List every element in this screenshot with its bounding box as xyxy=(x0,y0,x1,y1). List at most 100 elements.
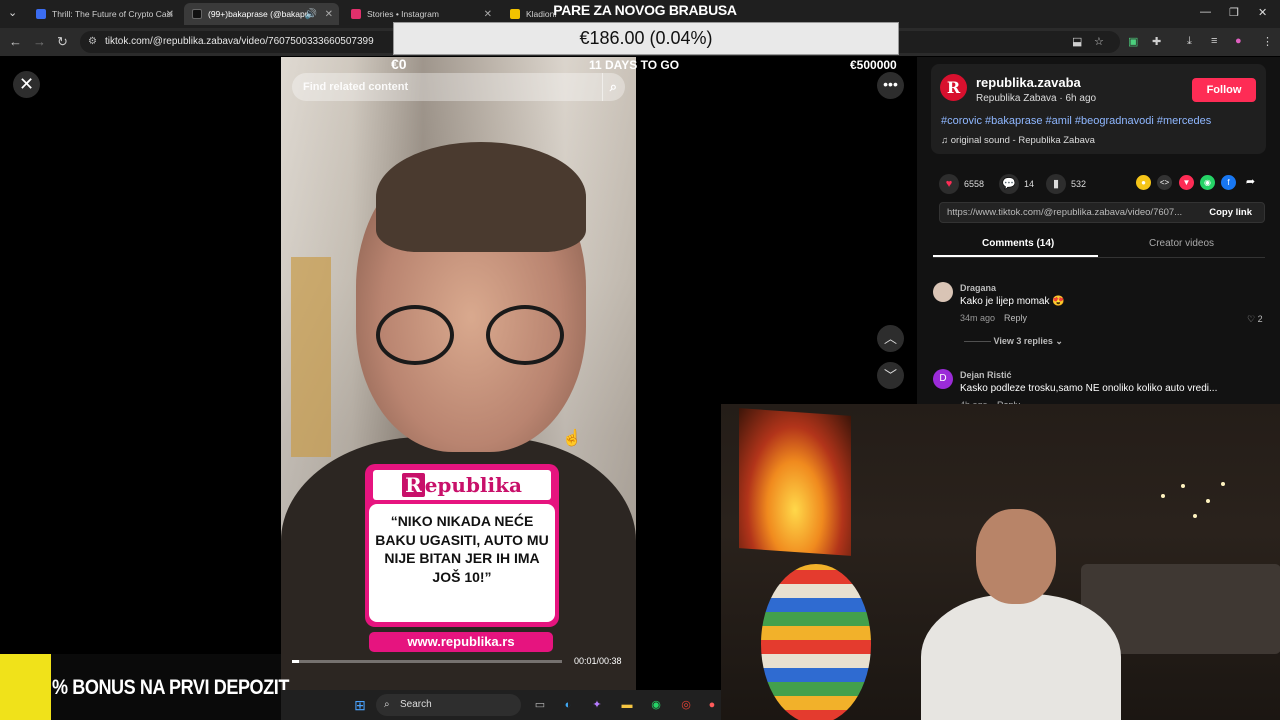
close-tab-icon[interactable]: ✕ xyxy=(325,9,333,20)
save-count: 532 xyxy=(1071,179,1087,189)
site-info-icon[interactable]: ⚙ xyxy=(88,31,97,53)
username[interactable]: republika.zavaba xyxy=(976,75,1081,90)
embed-icon[interactable]: <> xyxy=(1157,175,1172,190)
reply-button[interactable]: Reply xyxy=(1004,313,1027,323)
facebook-icon[interactable]: f xyxy=(1221,175,1236,190)
search-placeholder: Find related content xyxy=(303,81,409,93)
speaker-icon[interactable]: 🔊 xyxy=(305,9,317,20)
comment-author[interactable]: Dragana xyxy=(960,283,996,293)
instagram-icon xyxy=(351,9,361,19)
bookmark-icon[interactable]: ▮ xyxy=(1046,174,1066,194)
like-stat[interactable]: ♥ 6558 xyxy=(939,174,984,194)
webcam-feed xyxy=(721,404,1280,720)
file-explorer-icon[interactable]: ▬ xyxy=(618,696,636,714)
copilot-icon[interactable]: ✦ xyxy=(588,696,606,714)
overlay-url: www.republika.rs xyxy=(369,632,553,652)
republika-logo: Republika xyxy=(373,470,551,500)
bonus-banner: % BONUS NA PRVI DEPOZIT xyxy=(0,654,289,720)
goal-amount: €186.00 (0.04%) xyxy=(393,22,899,55)
taskbar-search[interactable]: ⌕ Search xyxy=(376,694,521,716)
view-replies-button[interactable]: ——— View 3 replies ⌄ xyxy=(964,336,1063,347)
extension-icon[interactable]: ▣ xyxy=(1128,35,1138,48)
reload-icon[interactable]: ↻ xyxy=(57,34,68,50)
video-link-field[interactable]: https://www.tiktok.com/@republika.zabava… xyxy=(939,202,1265,223)
video-progress-bar[interactable] xyxy=(292,660,562,663)
comment-time: 34m ago xyxy=(960,313,996,323)
follow-button[interactable]: Follow xyxy=(1192,78,1256,102)
whatsapp-icon[interactable]: ◉ xyxy=(647,696,665,714)
tab-comments[interactable]: Comments (14) xyxy=(982,238,1054,249)
video-time: 00:01/00:38 xyxy=(574,656,622,666)
more-options-button[interactable]: ••• xyxy=(877,72,904,99)
back-icon[interactable]: ← xyxy=(9,34,22,49)
app-icon[interactable]: ● xyxy=(703,696,721,714)
user-subline: Republika Zabava · 6h ago xyxy=(976,93,1097,104)
sound-title: original sound - Republika Zabava xyxy=(950,135,1095,146)
maximize-icon[interactable]: ❐ xyxy=(1229,6,1239,19)
related-search-input[interactable]: Find related content ⌕ xyxy=(292,73,625,101)
comment-count: 14 xyxy=(1024,179,1035,189)
sound-row[interactable]: ♫ original sound - Republika Zabava xyxy=(941,135,1095,146)
close-video-button[interactable]: ✕ xyxy=(13,71,40,98)
heart-outline-icon[interactable]: ♡ xyxy=(1247,314,1255,324)
video-glasses xyxy=(376,305,576,365)
thrill-icon xyxy=(36,9,46,19)
goal-target: €500000 xyxy=(850,58,897,72)
menu-dots-icon[interactable]: ⋮ xyxy=(1262,35,1273,48)
comment-text: Kako je lijep momak 😍 xyxy=(960,296,1065,307)
extensions-puzzle-icon[interactable]: ✚ xyxy=(1152,35,1161,48)
download-icon[interactable]: ⤓ xyxy=(1187,35,1192,48)
whatsapp-icon[interactable]: ◉ xyxy=(1200,175,1215,190)
avatar[interactable]: R xyxy=(940,74,967,101)
repost-icon[interactable]: ▼ xyxy=(1179,175,1194,190)
search-icon: ⌕ xyxy=(384,699,390,710)
share-arrow-icon[interactable]: ➦ xyxy=(1243,175,1258,190)
webcam-striped-ball xyxy=(761,564,871,720)
edge-icon[interactable]: ◐ xyxy=(559,696,577,714)
install-app-icon[interactable]: ⬓ xyxy=(1072,35,1082,48)
webcam-city-lights xyxy=(1151,474,1231,534)
save-stat[interactable]: ▮ 532 xyxy=(1046,174,1086,194)
tab-creator-videos[interactable]: Creator videos xyxy=(1149,238,1214,249)
copy-link-button[interactable]: Copy link xyxy=(1209,203,1252,222)
goal-start: €0 xyxy=(391,56,407,72)
avatar[interactable] xyxy=(933,282,953,302)
close-tab-icon[interactable]: ✕ xyxy=(484,9,492,20)
next-video-button[interactable]: ﹀ xyxy=(877,362,904,389)
video-hair xyxy=(376,142,586,252)
minimize-icon[interactable]: — xyxy=(1200,6,1211,18)
tab-title: Thrill: The Future of Crypto Casi xyxy=(52,9,173,19)
comment-like-count: 2 xyxy=(1257,314,1263,324)
tiktok-icon xyxy=(192,9,202,19)
close-window-icon[interactable]: ✕ xyxy=(1258,6,1267,19)
comment-author[interactable]: Dejan Ristić xyxy=(960,370,1012,380)
reply-line: ——— xyxy=(964,336,994,346)
windows-start-icon[interactable]: ⊞ xyxy=(351,696,369,714)
comment-icon[interactable]: 💬 xyxy=(999,174,1019,194)
forward-icon[interactable]: → xyxy=(33,34,46,49)
profile-avatar[interactable]: ● xyxy=(1235,35,1242,47)
comment-stat[interactable]: 💬 14 xyxy=(999,174,1034,194)
search-icon[interactable]: ⌕ xyxy=(601,73,617,101)
chrome-icon[interactable]: ◎ xyxy=(677,696,695,714)
coin-share-icon[interactable]: ● xyxy=(1136,175,1151,190)
tab-search-chevron-icon[interactable]: ⌄ xyxy=(8,6,17,19)
post-info-card: R republika.zavaba Republika Zabava · 6h… xyxy=(931,64,1266,154)
avatar[interactable]: D xyxy=(933,369,953,389)
hashtags[interactable]: #corovic #bakaprase #amil #beogradnavodi… xyxy=(941,115,1211,127)
webcam-head xyxy=(976,509,1056,604)
tab-tiktok[interactable]: (99+)bakaprase (@bakapra 🔊 ✕ xyxy=(184,3,339,25)
media-control-icon[interactable]: ≡ xyxy=(1211,35,1217,47)
goal-title: PARE ZA NOVOG BRABUSA xyxy=(553,2,737,18)
tab-divider xyxy=(933,257,1265,258)
bookmark-star-icon[interactable]: ☆ xyxy=(1094,35,1104,48)
previous-video-button[interactable]: ︿ xyxy=(877,325,904,352)
close-tab-icon[interactable]: ✕ xyxy=(166,9,174,20)
heart-icon[interactable]: ♥ xyxy=(939,174,959,194)
view-replies-label: View 3 replies xyxy=(993,336,1053,346)
comment-like[interactable]: ♡ 2 xyxy=(1247,314,1263,325)
tab-title: Stories • Instagram xyxy=(367,9,439,19)
tab-thrill[interactable]: Thrill: The Future of Crypto Casi ✕ xyxy=(28,3,180,25)
task-view-icon[interactable]: ▭ xyxy=(531,696,549,714)
betting-icon xyxy=(510,9,520,19)
